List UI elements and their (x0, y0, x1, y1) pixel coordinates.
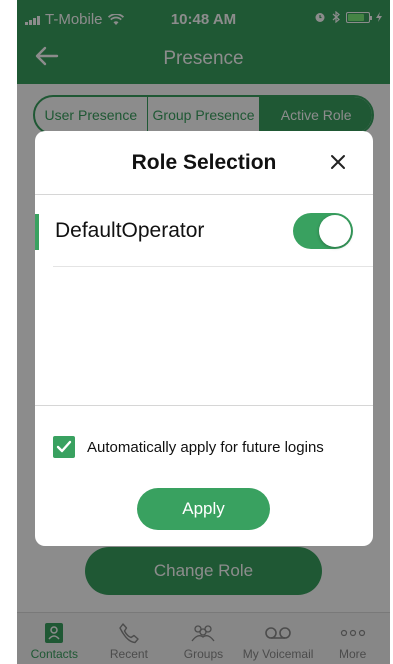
role-list-item: DefaultOperator (35, 195, 373, 267)
close-button[interactable] (327, 151, 349, 173)
apply-button[interactable]: Apply (137, 488, 270, 530)
role-name: DefaultOperator (55, 219, 205, 242)
checkmark-icon (56, 440, 72, 453)
dialog-footer: Automatically apply for future logins Ap… (35, 405, 373, 546)
selected-role-indicator (35, 214, 39, 250)
dialog-title: Role Selection (131, 151, 277, 174)
close-icon (331, 155, 345, 169)
dialog-header: Role Selection (35, 131, 373, 195)
auto-apply-option[interactable]: Automatically apply for future logins (53, 436, 324, 458)
toggle-knob (319, 215, 351, 247)
role-toggle[interactable] (293, 213, 353, 249)
row-divider (53, 266, 373, 267)
app-screen: T-Mobile 10:48 AM Presence User Presence… (17, 0, 390, 664)
auto-apply-checkbox[interactable] (53, 436, 75, 458)
auto-apply-label: Automatically apply for future logins (87, 438, 324, 456)
role-selection-dialog: Role Selection DefaultOperator Automatic… (35, 131, 373, 546)
